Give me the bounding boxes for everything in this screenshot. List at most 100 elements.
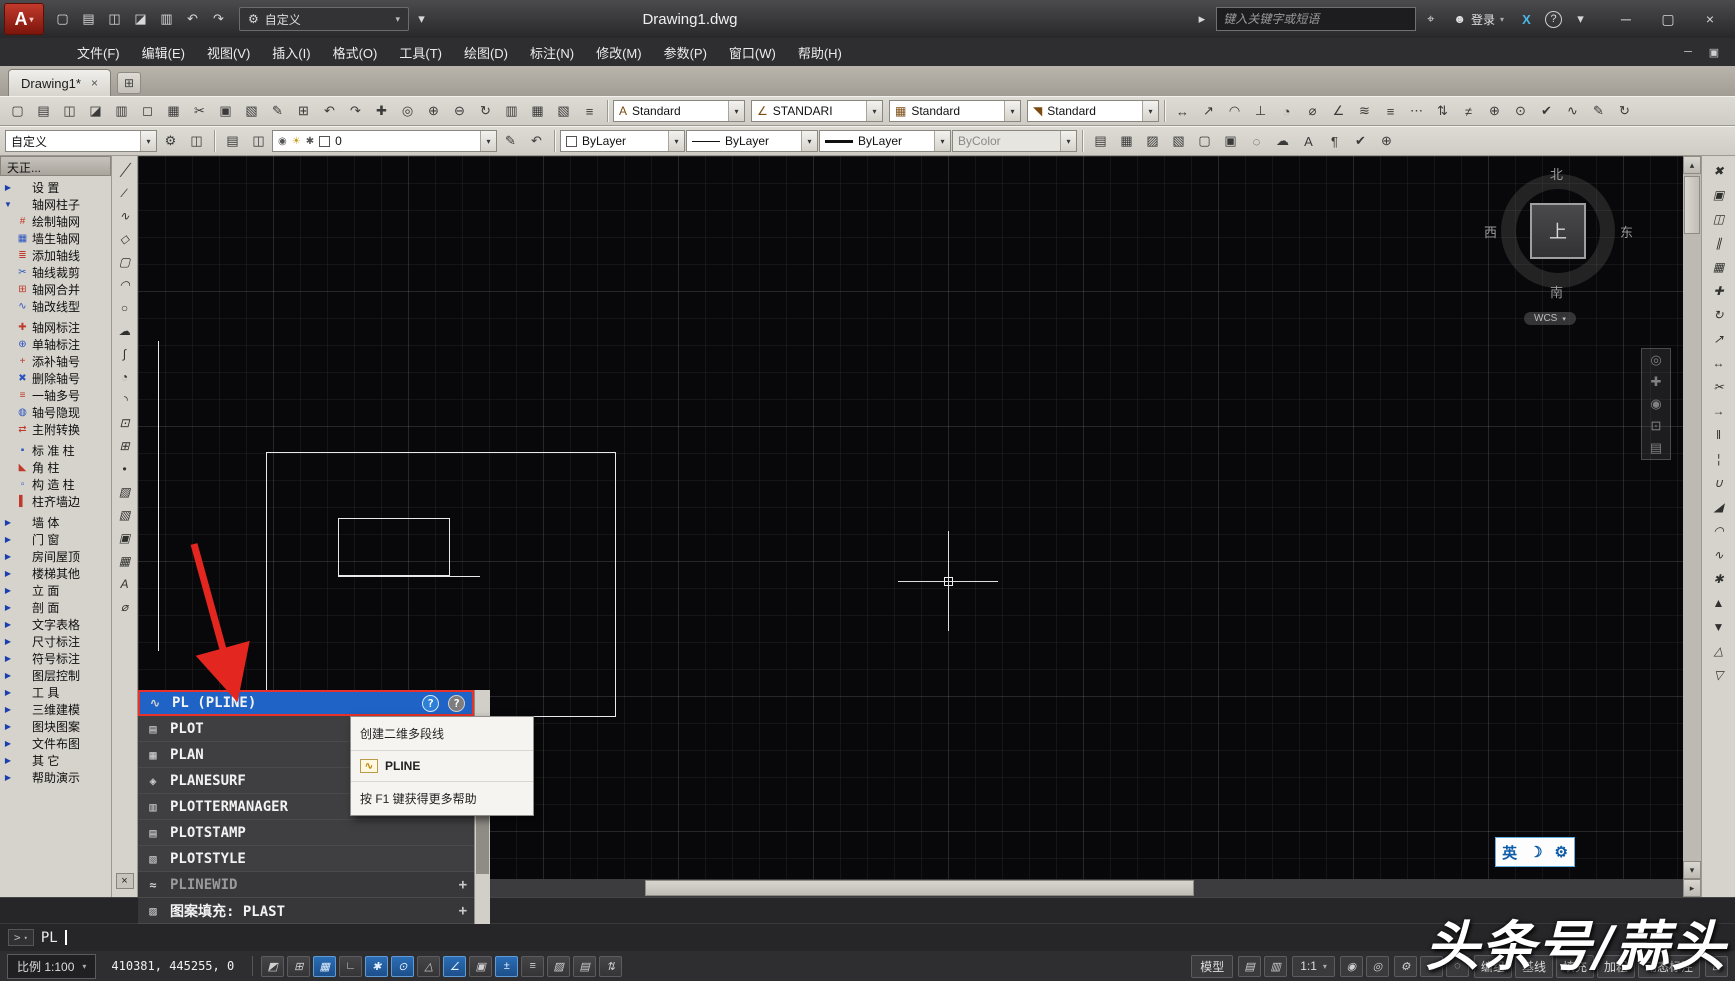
sidebar-close-button[interactable]: × xyxy=(116,873,134,889)
dim-jogged-button[interactable]: ∿ xyxy=(1560,99,1585,124)
scrollbar-thumb[interactable] xyxy=(645,880,1195,896)
sidebar-title[interactable]: 天正... xyxy=(0,156,111,176)
mirror-button[interactable]: ◫ xyxy=(1707,208,1731,230)
color-combo[interactable]: ByLayer ▾ xyxy=(560,130,685,152)
tz-menu-item[interactable]: ▶ 墙 体 xyxy=(0,514,111,531)
tz-status-toggle[interactable]: 填充 xyxy=(1556,955,1594,978)
tz-menu-item[interactable]: ▼ 轴网柱子 xyxy=(0,196,111,213)
viewcube-top-face[interactable]: 上 xyxy=(1530,203,1586,259)
boundary-button[interactable]: ▢ xyxy=(1192,129,1217,154)
suggestion-plotstyle[interactable]: ▧ PLOTSTYLE ? ? + xyxy=(138,846,474,872)
rotate-button[interactable]: ↻ xyxy=(1707,304,1731,326)
save-workspace-button[interactable]: ◫ xyxy=(184,129,209,154)
login-button[interactable]: ☻ 登录 ▾ xyxy=(1445,11,1512,28)
exchange-apps-button[interactable]: X xyxy=(1514,7,1539,32)
insert-block-button[interactable]: ⊡ xyxy=(114,412,136,433)
dropdown-arrow-icon[interactable]: ▾ xyxy=(668,131,684,151)
tz-menu-item[interactable]: + 添补轴号 xyxy=(0,353,111,370)
dim-arc-length-button[interactable]: ◠ xyxy=(1222,99,1247,124)
draworder-below-button[interactable]: ▽ xyxy=(1707,664,1731,686)
annotation-autoscale-button[interactable]: ◎ xyxy=(1366,956,1389,977)
quick-properties-toggle[interactable]: ▤ xyxy=(573,956,596,977)
expand-category-icon[interactable]: + xyxy=(459,903,467,919)
tz-menu-item[interactable]: ▫ 构 造 柱 xyxy=(0,476,111,493)
nav-tool-button[interactable]: ⊡ xyxy=(1651,418,1662,434)
tz-menu-item[interactable]: ▶ 工 具 xyxy=(0,684,111,701)
search-history-button[interactable]: ▸ xyxy=(1189,7,1214,32)
copy-button[interactable]: ▣ xyxy=(1707,184,1731,206)
new-button[interactable]: ▢ xyxy=(50,7,75,32)
scrollbar-thumb[interactable] xyxy=(1684,176,1700,234)
ortho-mode-toggle[interactable]: ∟ xyxy=(339,956,362,977)
text-style-combo[interactable]: A Standard ▾ xyxy=(613,100,745,122)
tz-status-toggle[interactable]: 动态标注 xyxy=(1638,955,1700,978)
gradient-button[interactable]: ▧ xyxy=(114,504,136,525)
table-button[interactable]: ▦ xyxy=(1114,129,1139,154)
viewcube-south[interactable]: 南 xyxy=(1550,282,1563,301)
zoom-previous-button[interactable]: ⊖ xyxy=(447,99,472,124)
dim-ordinate-button[interactable]: ⊥ xyxy=(1248,99,1273,124)
command-input[interactable]: PL xyxy=(41,930,58,946)
dim-break-button[interactable]: ≠ xyxy=(1456,99,1481,124)
menu-item[interactable]: 帮助(H) xyxy=(787,38,853,67)
wipeout-button[interactable]: ◌ xyxy=(1244,129,1269,154)
dim-edit-button[interactable]: ✎ xyxy=(1586,99,1611,124)
menu-item[interactable]: 绘图(D) xyxy=(453,38,519,67)
annotation-scale-combo[interactable]: 1:1 ▾ xyxy=(1292,956,1335,977)
3d-object-snap-toggle[interactable]: △ xyxy=(417,956,440,977)
blend-curves-button[interactable]: ∿ xyxy=(1707,544,1731,566)
mtext-button[interactable]: ¶ xyxy=(1322,129,1347,154)
make-object-layer-current-button[interactable]: ✎ xyxy=(498,129,523,154)
lineweight-display-toggle[interactable]: ≡ xyxy=(521,956,544,977)
vertical-scrollbar[interactable]: ▴ ▾ xyxy=(1683,156,1701,879)
layer-combo[interactable]: ◉ ☀ ✱ 0 ▾ xyxy=(272,130,497,152)
tz-menu-item[interactable]: ▦ 墙生轴网 xyxy=(0,230,111,247)
qat-customize-button[interactable]: ▾ xyxy=(409,7,434,32)
undo-button[interactable]: ↶ xyxy=(317,99,342,124)
table-button[interactable]: ▦ xyxy=(114,550,136,571)
menu-item[interactable]: 格式(O) xyxy=(322,38,389,67)
move-button[interactable]: ✚ xyxy=(1707,280,1731,302)
ellipse-button[interactable]: ◔ xyxy=(114,366,136,387)
tz-menu-item[interactable]: ▶ 楼梯其他 xyxy=(0,565,111,582)
dropdown-arrow-icon[interactable]: ▾ xyxy=(1004,101,1020,121)
isolate-objects-button[interactable]: ◌ xyxy=(1446,956,1469,977)
menu-item[interactable]: 插入(I) xyxy=(261,38,321,67)
dim-aligned-button[interactable]: ↗ xyxy=(1196,99,1221,124)
tz-menu-item[interactable]: ▶ 三维建模 xyxy=(0,701,111,718)
arc-button[interactable]: ◠ xyxy=(114,274,136,295)
tz-menu-item[interactable]: ✂ 轴线裁剪 xyxy=(0,264,111,281)
spline-button[interactable]: ∫ xyxy=(114,343,136,364)
cut-button[interactable]: ✂ xyxy=(187,99,212,124)
tz-menu-item[interactable]: ▶ 门 窗 xyxy=(0,531,111,548)
scroll-down-button[interactable]: ▾ xyxy=(1683,861,1701,879)
redo-button[interactable]: ↷ xyxy=(206,7,231,32)
command-prompt-icon[interactable]: > ▾ xyxy=(8,929,34,946)
plot-button[interactable]: ▥ xyxy=(109,99,134,124)
tz-menu-item[interactable]: ▶ 剖 面 xyxy=(0,599,111,616)
help-dropdown-button[interactable]: ▾ xyxy=(1568,7,1593,32)
maximize-button[interactable]: ▢ xyxy=(1647,4,1689,34)
construction-line-button[interactable]: ∕ xyxy=(114,182,136,203)
polar-tracking-toggle[interactable]: ✱ xyxy=(365,956,388,977)
dim-continue-button[interactable]: ⋯ xyxy=(1404,99,1429,124)
mdi-minimize-button[interactable]: ─ xyxy=(1675,46,1701,59)
nav-tool-button[interactable]: ▤ xyxy=(1650,440,1662,456)
workspace-combo-2[interactable]: 自定义 ▾ xyxy=(5,130,157,152)
scale-button[interactable]: 比例 1:100 ▾ xyxy=(7,954,96,979)
ime-language-button[interactable]: 英 xyxy=(1502,842,1517,863)
region-button[interactable]: ▣ xyxy=(114,527,136,548)
pan-button[interactable]: ✚ xyxy=(369,99,394,124)
hatch-button[interactable]: ▨ xyxy=(1140,129,1165,154)
menu-item[interactable]: 视图(V) xyxy=(196,38,261,67)
array-button[interactable]: ▦ xyxy=(1707,256,1731,278)
calculator-button[interactable]: ≡ xyxy=(577,99,602,124)
nav-tool-button[interactable]: ◉ xyxy=(1650,396,1661,412)
zoom-realtime-button[interactable]: ◎ xyxy=(395,99,420,124)
dim-style-combo[interactable]: ∠ STANDARI ▾ xyxy=(751,100,883,122)
draworder-above-button[interactable]: △ xyxy=(1707,640,1731,662)
tz-menu-item[interactable]: ✖ 删除轴号 xyxy=(0,370,111,387)
search-input[interactable] xyxy=(1216,7,1416,31)
linetype-combo[interactable]: ByLayer ▾ xyxy=(686,130,818,152)
saveas-button[interactable]: ◪ xyxy=(83,99,108,124)
